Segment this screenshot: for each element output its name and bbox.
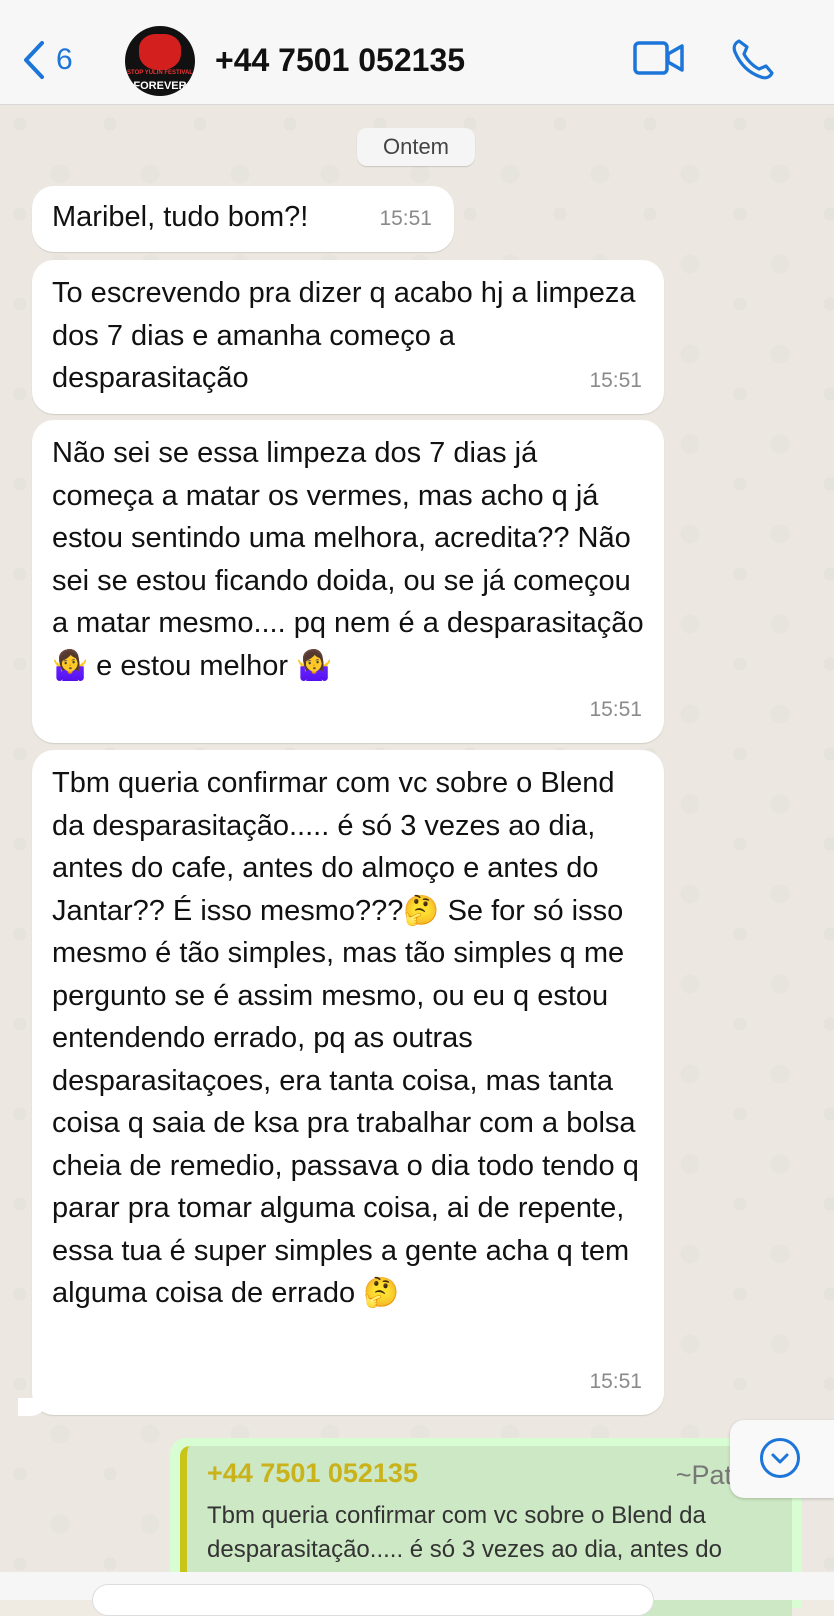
avatar-text-top: STOP YULIN FESTIVAL — [127, 70, 193, 76]
back-button[interactable]: 6 — [22, 38, 92, 82]
thinking-emoji: 🤔 — [403, 894, 440, 927]
scroll-to-bottom-button[interactable] — [730, 1420, 834, 1498]
phone-icon[interactable] — [731, 38, 775, 85]
quoted-alias: ~Pat — [675, 1460, 732, 1490]
avatar-text-bottom: FOREVER — [133, 80, 187, 92]
chevron-left-icon — [22, 40, 46, 80]
video-camera-icon[interactable] — [633, 38, 685, 83]
thinking-emoji: 🤔 — [363, 1277, 400, 1309]
message-text: Maribel, tudo bom?! — [52, 201, 309, 233]
message-input[interactable] — [92, 1584, 654, 1616]
message-time: 15:51 — [589, 1369, 642, 1393]
message-time: 15:51 — [589, 697, 642, 721]
shrug-emoji: 🤷‍♀️ — [296, 649, 333, 682]
unread-count: 6 — [56, 43, 73, 76]
message-time: 15:51 — [379, 206, 432, 230]
chat-header: 6 STOP YULIN FESTIVAL FOREVER +44 7501 0… — [0, 0, 834, 105]
message-text: Não sei se essa limpeza dos 7 dias já co… — [52, 437, 644, 639]
message-bubble[interactable]: Não sei se essa limpeza dos 7 dias já co… — [32, 420, 664, 743]
shrug-emoji: 🤷‍♀️ — [52, 649, 89, 682]
message-text: To escrevendo pra dizer q acabo hj a lim… — [52, 277, 636, 394]
message-bubble[interactable]: Tbm queria confirmar com vc sobre o Blen… — [32, 750, 664, 1415]
quoted-text: Tbm queria confirmar com vc sobre o Blen… — [207, 1502, 722, 1563]
chevron-down-icon — [760, 1438, 800, 1478]
contact-name[interactable]: +44 7501 052135 — [215, 42, 465, 79]
message-time: 15:51 — [589, 368, 642, 392]
message-text: e estou melhor — [88, 649, 297, 682]
hand-logo-icon — [139, 34, 181, 70]
avatar[interactable]: STOP YULIN FESTIVAL FOREVER — [125, 26, 195, 96]
date-separator: Ontem — [357, 128, 475, 166]
compose-bar — [0, 1572, 834, 1616]
message-bubble[interactable]: To escrevendo pra dizer q acabo hj a lim… — [32, 260, 664, 414]
message-bubble[interactable]: Maribel, tudo bom?! 15:51 — [32, 186, 454, 252]
message-text: Se for só isso mesmo é tão simples, mas … — [52, 894, 639, 1310]
